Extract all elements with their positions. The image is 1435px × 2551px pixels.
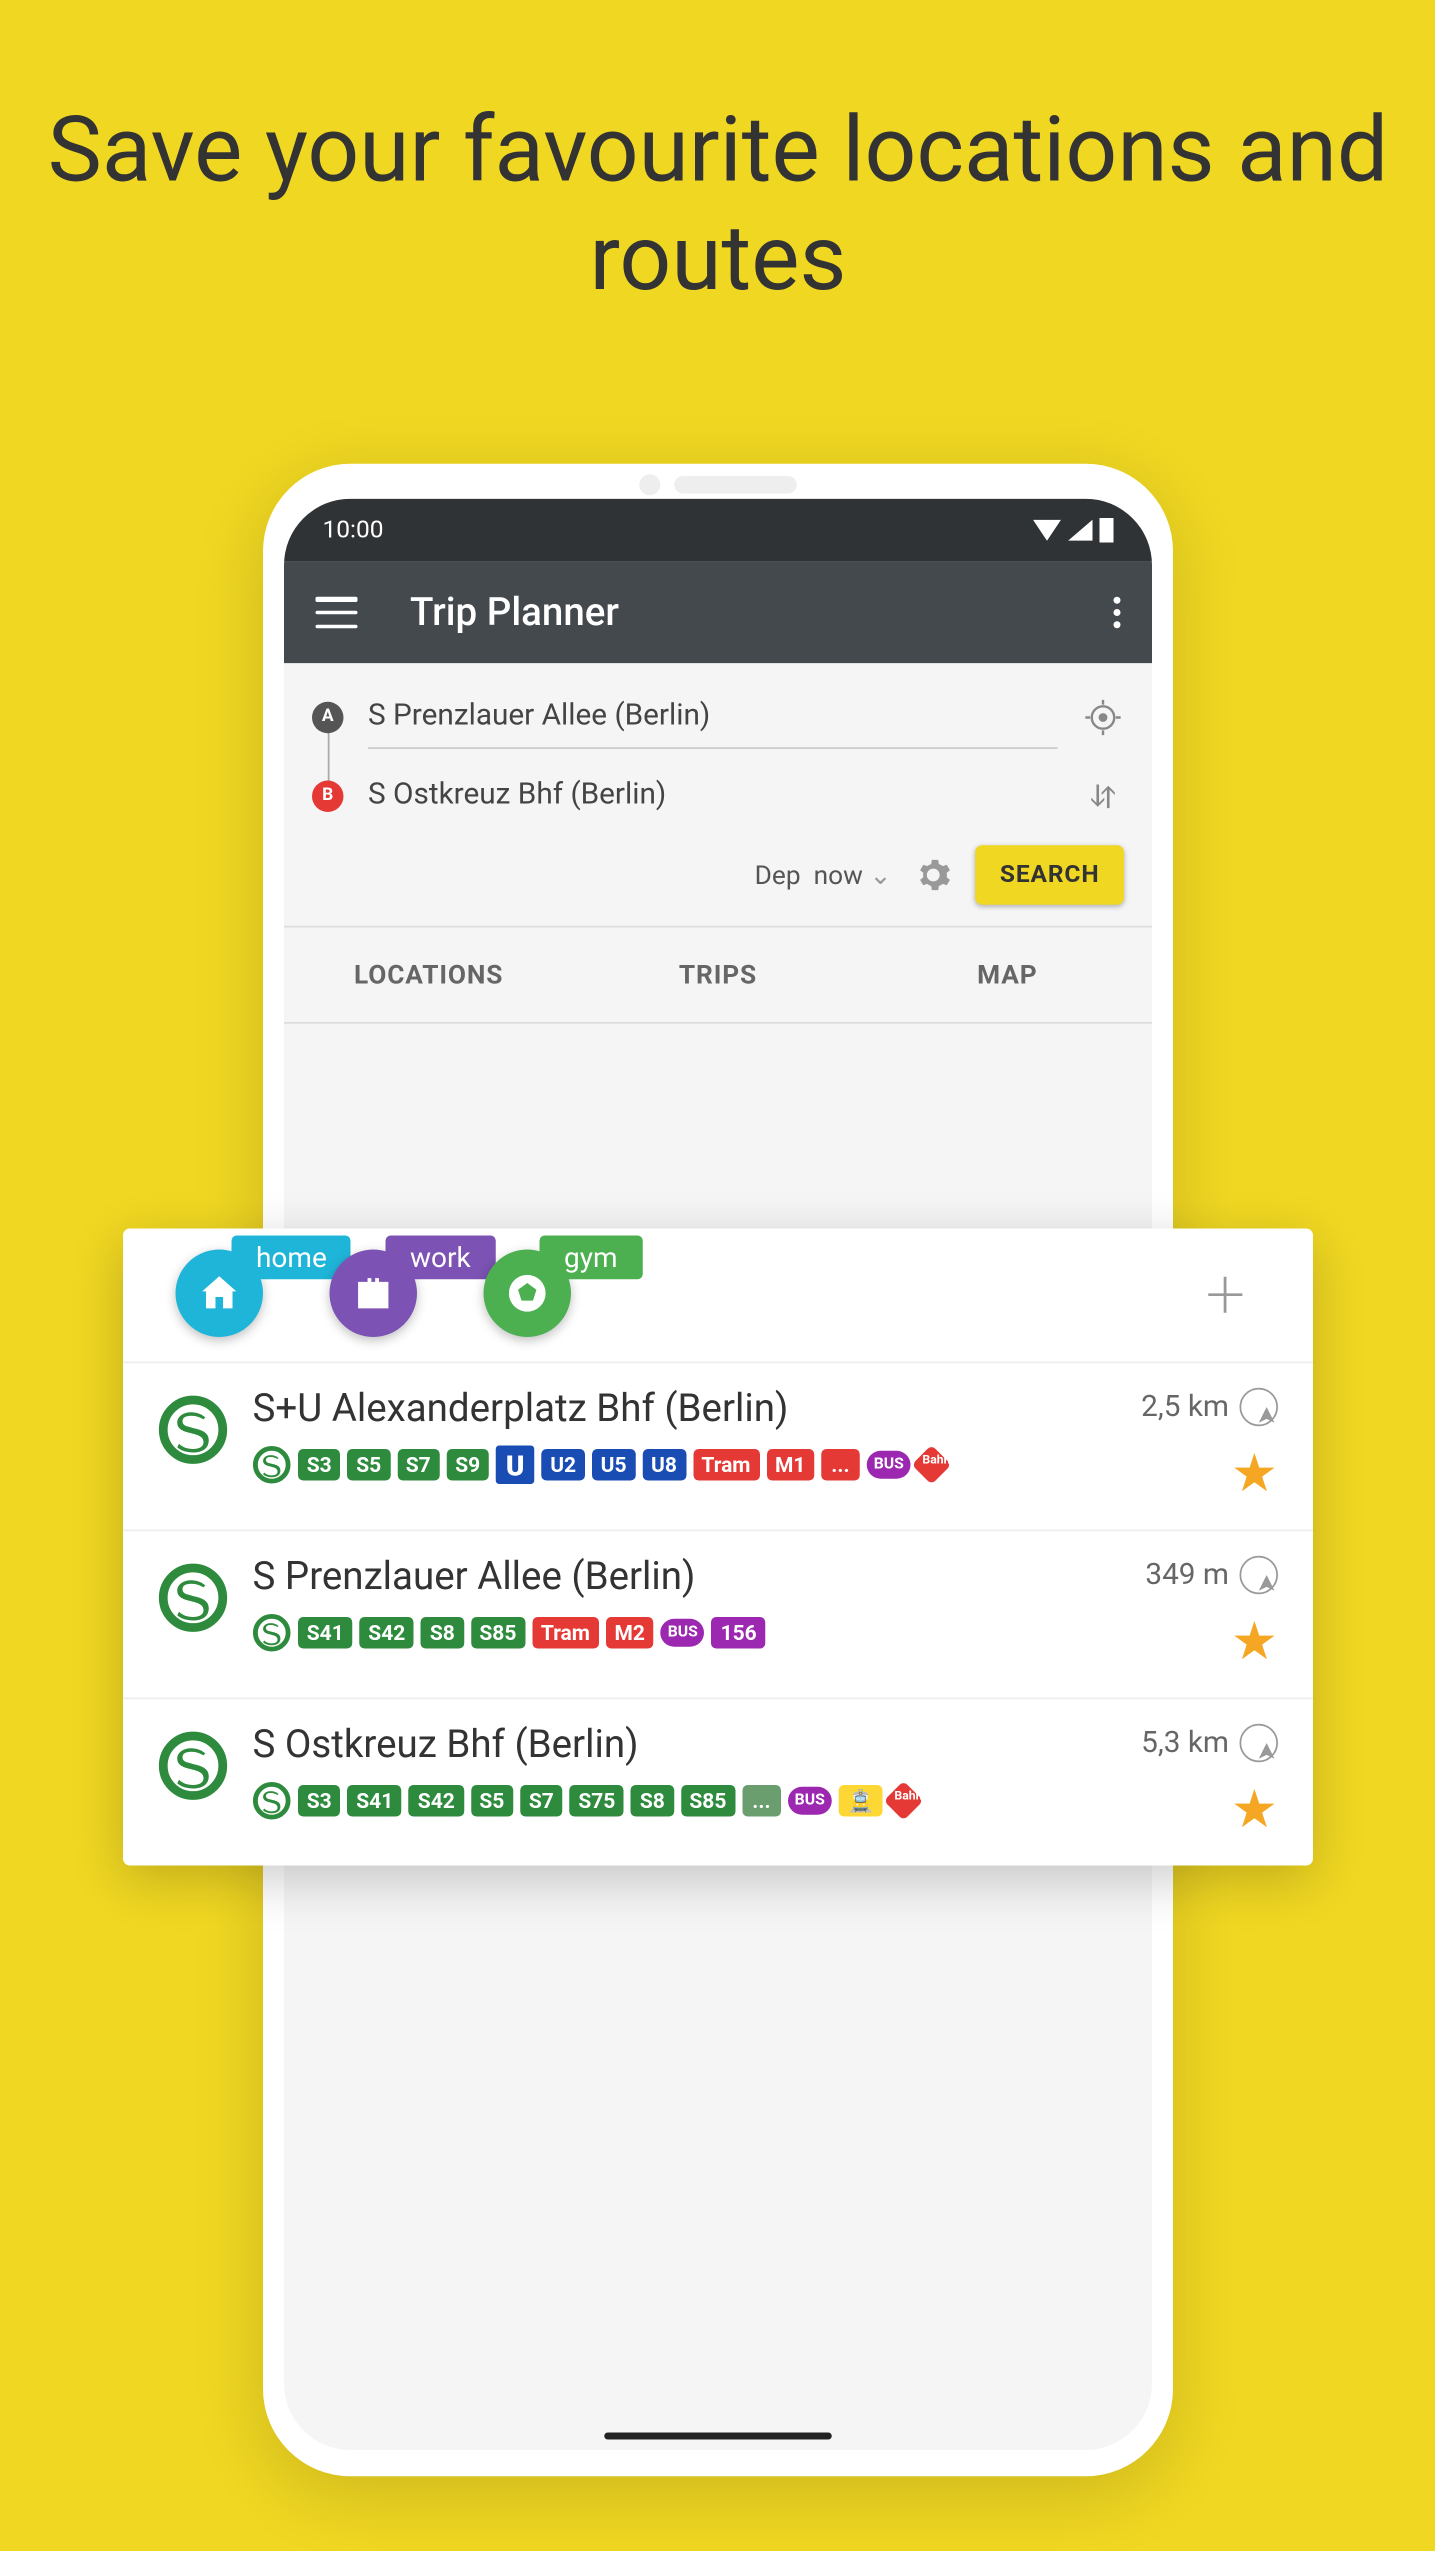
- appbar: Trip Planner: [284, 562, 1152, 664]
- signal-icon: [1068, 520, 1093, 541]
- line-badge: M2: [605, 1617, 653, 1649]
- line-badge: U8: [642, 1449, 685, 1481]
- compass-icon: [1239, 1724, 1278, 1763]
- point-b-marker: B: [312, 780, 344, 812]
- phone-notch: [639, 474, 797, 495]
- line-badge: S42: [359, 1617, 414, 1649]
- line-badge: S3: [298, 1785, 340, 1817]
- shortcut-label: work: [385, 1236, 495, 1280]
- line-badge: S8: [631, 1785, 673, 1817]
- menu-icon[interactable]: [315, 597, 357, 629]
- shortcut-work[interactable]: work: [329, 1250, 417, 1338]
- swap-icon[interactable]: [1082, 774, 1124, 816]
- sbahn-icon: [158, 1563, 228, 1633]
- station-item[interactable]: S+U Alexanderplatz Bhf (Berlin) S3S5S7S9…: [123, 1363, 1313, 1531]
- line-badges: S41S42S8S85TramM2BUS156: [252, 1614, 1120, 1653]
- favourite-star-icon[interactable]: ★: [1230, 1612, 1277, 1673]
- line-badge: S5: [470, 1785, 512, 1817]
- status-time: 10:00: [322, 516, 383, 544]
- compass-icon: [1239, 1388, 1278, 1427]
- sbahn-icon: [158, 1395, 228, 1465]
- distance: 2,5 km: [1141, 1388, 1278, 1427]
- line-badge: BUS: [866, 1451, 910, 1479]
- station-name: S Prenzlauer Allee (Berlin): [252, 1556, 1120, 1600]
- line-badge: Bahn: [912, 1445, 952, 1485]
- line-badge: 🚊: [838, 1785, 882, 1817]
- line-badge: Tram: [532, 1617, 599, 1649]
- line-badge: S7: [396, 1449, 438, 1481]
- home-indicator: [604, 2433, 832, 2440]
- compass-icon: [1239, 1556, 1278, 1595]
- favourite-star-icon[interactable]: ★: [1230, 1780, 1277, 1841]
- sbahn-icon: [158, 1731, 228, 1801]
- favourites-card: home work gym + S+U Alexanderplatz Bhf (…: [123, 1229, 1313, 1866]
- station-name: S+U Alexanderplatz Bhf (Berlin): [252, 1388, 1116, 1432]
- line-badge: ...: [742, 1785, 781, 1817]
- line-badge: S3: [298, 1449, 340, 1481]
- shortcut-gym[interactable]: gym: [483, 1250, 571, 1338]
- line-badge: S5: [347, 1449, 389, 1481]
- line-badge: BUS: [660, 1619, 704, 1647]
- station-item[interactable]: S Ostkreuz Bhf (Berlin) S3S41S42S5S7S75S…: [123, 1699, 1313, 1865]
- tab-trips[interactable]: TRIPS: [573, 928, 862, 1023]
- line-badge: S85: [470, 1617, 525, 1649]
- point-a-marker: A: [312, 701, 344, 733]
- distance: 349 m: [1145, 1556, 1278, 1595]
- sbahn-icon: [252, 1446, 291, 1485]
- gear-icon[interactable]: [912, 854, 954, 896]
- promo-headline: Save your favourite locations and routes: [0, 0, 1435, 367]
- line-badge: S41: [347, 1785, 402, 1817]
- wifi-icon: [1033, 520, 1061, 541]
- line-badges: S3S5S7S9UU2U5U8TramM1...BUSBahn: [252, 1446, 1116, 1485]
- line-badge: ...: [821, 1449, 860, 1481]
- sbahn-icon: [252, 1782, 291, 1821]
- line-badge: S8: [421, 1617, 463, 1649]
- to-input[interactable]: [368, 763, 1058, 828]
- departure-label[interactable]: Dep now ⌄: [754, 859, 891, 891]
- battery-icon: [1099, 518, 1113, 543]
- route-search: A B Dep now ⌄: [284, 663, 1152, 927]
- favourite-star-icon[interactable]: ★: [1230, 1444, 1277, 1505]
- line-badge: S42: [409, 1785, 464, 1817]
- from-input[interactable]: [368, 684, 1058, 749]
- tab-map[interactable]: MAP: [862, 928, 1151, 1023]
- appbar-title: Trip Planner: [410, 591, 1114, 635]
- status-icons: [1033, 518, 1114, 543]
- line-badge: S41: [298, 1617, 353, 1649]
- line-badge: M1: [766, 1449, 814, 1481]
- tabs: LOCATIONS TRIPS MAP: [284, 928, 1152, 1024]
- sbahn-icon: [252, 1614, 291, 1653]
- line-badge: BUS: [787, 1787, 831, 1815]
- add-shortcut-button[interactable]: +: [1190, 1258, 1260, 1328]
- station-name: S Ostkreuz Bhf (Berlin): [252, 1724, 1116, 1768]
- line-badge: U5: [591, 1449, 634, 1481]
- search-button[interactable]: SEARCH: [975, 845, 1124, 905]
- line-badge: S85: [680, 1785, 735, 1817]
- tab-locations[interactable]: LOCATIONS: [284, 928, 573, 1023]
- more-icon[interactable]: [1113, 597, 1120, 629]
- line-badge: 156: [711, 1617, 765, 1649]
- distance: 5,3 km: [1141, 1724, 1278, 1763]
- line-badges: S3S41S42S5S7S75S8S85...BUS🚊Bahn: [252, 1782, 1116, 1821]
- line-badge: S9: [446, 1449, 488, 1481]
- shortcut-label: gym: [539, 1236, 642, 1280]
- line-badge: Bahn: [883, 1781, 923, 1821]
- shortcuts-row: home work gym +: [123, 1229, 1313, 1364]
- ubahn-icon: U: [495, 1446, 534, 1485]
- locate-icon[interactable]: [1082, 696, 1124, 738]
- station-item[interactable]: S Prenzlauer Allee (Berlin) S41S42S8S85T…: [123, 1531, 1313, 1699]
- statusbar: 10:00: [284, 499, 1152, 562]
- line-badge: Tram: [692, 1449, 759, 1481]
- line-badge: S75: [569, 1785, 624, 1817]
- line-badge: U2: [541, 1449, 584, 1481]
- shortcut-home[interactable]: home: [175, 1250, 263, 1338]
- line-badge: S7: [520, 1785, 562, 1817]
